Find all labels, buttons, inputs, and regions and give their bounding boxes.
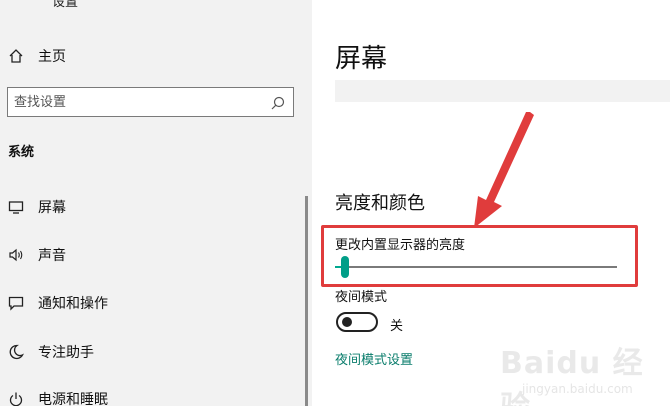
sidebar-item-display[interactable]: 屏幕 — [0, 192, 300, 222]
night-light-state: 关 — [390, 319, 404, 334]
annotation-arrow-icon — [474, 112, 534, 228]
power-icon — [8, 391, 24, 406]
section-heading-system: 系统 — [8, 145, 35, 160]
sidebar-item-focus-assist[interactable]: 专注助手 — [0, 337, 300, 367]
night-light-toggle[interactable] — [336, 312, 378, 332]
sidebar-item-label: 专注助手 — [38, 345, 94, 361]
section-title-brightness-color: 亮度和颜色 — [335, 193, 425, 214]
toggle-knob — [342, 317, 352, 327]
night-light-settings-link[interactable]: 夜间模式设置 — [335, 349, 413, 368]
search-field[interactable] — [7, 87, 294, 117]
window-title: 设置 — [52, 0, 79, 10]
page-title: 屏幕 — [335, 44, 388, 74]
moon-icon — [8, 344, 24, 360]
annotation-highlight-box — [321, 225, 638, 287]
sidebar-item-home[interactable]: 主页 — [0, 41, 300, 71]
settings-sidebar: 设置 主页 系统 屏幕 声音 通知和操作 专注助手 — [0, 0, 312, 406]
info-banner — [335, 80, 670, 102]
sidebar-item-label: 主页 — [38, 49, 66, 65]
sidebar-item-notifications[interactable]: 通知和操作 — [0, 288, 300, 318]
search-input[interactable] — [14, 92, 264, 112]
watermark-url: jingyan.baidu.com — [522, 382, 633, 396]
sidebar-item-label: 通知和操作 — [38, 296, 108, 312]
sidebar-item-sound[interactable]: 声音 — [0, 240, 300, 270]
sidebar-item-power-sleep[interactable]: 电源和睡眠 — [0, 384, 300, 406]
sidebar-scrollbar[interactable] — [305, 196, 308, 406]
notification-icon — [8, 295, 24, 311]
home-icon — [8, 48, 24, 64]
sidebar-item-label: 声音 — [38, 248, 66, 264]
search-icon[interactable] — [271, 95, 285, 110]
night-light-label: 夜间模式 — [335, 290, 388, 305]
sidebar-item-label: 屏幕 — [38, 200, 66, 216]
monitor-icon — [8, 199, 24, 215]
watermark: Baidu 经验 jingyan.baidu.com — [500, 330, 665, 406]
speaker-icon — [8, 247, 24, 263]
sidebar-item-label: 电源和睡眠 — [38, 392, 108, 406]
